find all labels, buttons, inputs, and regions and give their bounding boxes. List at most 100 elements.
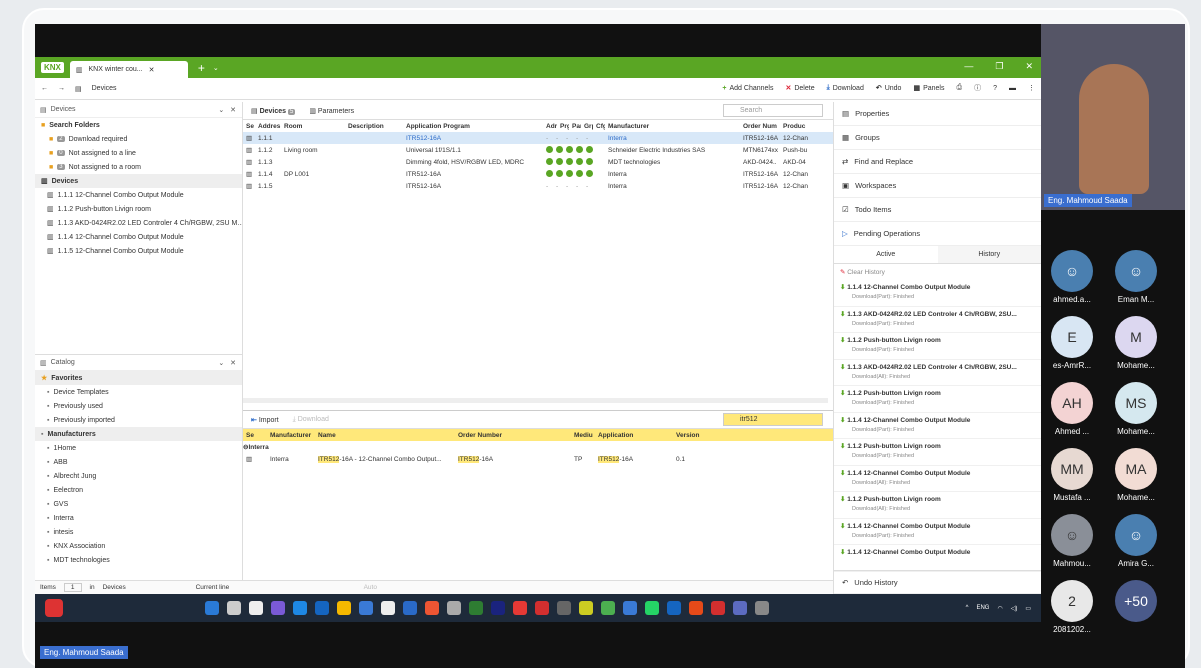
taskbar-app-icon[interactable] xyxy=(601,601,615,615)
catalog-item[interactable]: ▪ KNX Association xyxy=(35,539,242,553)
project-tab[interactable]: ▥ KNX winter cou... ✕ xyxy=(69,61,188,78)
taskbar-app-icon[interactable] xyxy=(579,601,593,615)
download-button[interactable]: ⤓ Download xyxy=(827,84,864,92)
undo-button[interactable]: ↶ Undo xyxy=(876,84,902,93)
flag-icon[interactable]: ▬ xyxy=(1009,85,1016,92)
auto-button[interactable]: Auto xyxy=(364,584,377,591)
catalog-search-input[interactable]: itr512 xyxy=(723,413,823,426)
table-row[interactable]: ▥ 1.1.3 Dimming 4fold, HSV/RGBW LED, MDRC M… xyxy=(243,156,833,168)
taskbar-app-icon[interactable] xyxy=(359,601,373,615)
column-header[interactable]: Application Program xyxy=(403,123,543,130)
taskbar-app-icon[interactable] xyxy=(425,601,439,615)
catalog-item[interactable]: ▪ Interra xyxy=(35,511,242,525)
catalog-item[interactable]: ▪ intesis xyxy=(35,525,242,539)
column-header[interactable]: Name xyxy=(315,432,455,439)
participant-tile[interactable]: AH Ahmed ... xyxy=(1045,382,1099,436)
tree-item[interactable]: ■ 0 Not assigned to a line xyxy=(35,146,242,160)
find-replace-panel[interactable]: ⇄ Find and Replace xyxy=(834,150,1041,174)
groups-panel[interactable]: ▦ Groups xyxy=(834,126,1041,150)
column-header[interactable]: Se xyxy=(243,123,255,130)
column-header[interactable]: Prg xyxy=(557,123,569,130)
table-row[interactable]: ▥ 1.1.1 ITR512-16A - - - - - Interra ITR512-16A 12… xyxy=(243,132,833,144)
participant-tile[interactable]: ☺ Eman M... xyxy=(1109,250,1163,304)
column-header[interactable]: Grp xyxy=(581,123,593,130)
tree-item[interactable]: ▥ 1.1.2 Push-button Livign room xyxy=(35,202,242,216)
participant-tile[interactable]: MM Mustafa ... xyxy=(1045,448,1099,502)
minimize-icon[interactable]: — xyxy=(964,61,973,72)
scope-select[interactable]: Devices xyxy=(103,584,188,591)
tree-item[interactable]: ▥ 1.1.4 12-Channel Combo Output Module xyxy=(35,230,242,244)
chevron-down-icon[interactable]: ⌄ xyxy=(213,64,219,72)
todo-panel[interactable]: ☑ Todo Items xyxy=(834,198,1041,222)
participant-tile[interactable]: MA Mohame... xyxy=(1109,448,1163,502)
participant-tile[interactable]: MS Mohame... xyxy=(1109,382,1163,436)
column-header[interactable]: Manufacturer xyxy=(605,123,740,130)
participant-tile[interactable]: Ees-AmrR... xyxy=(1045,316,1099,370)
back-arrow-icon[interactable]: ← xyxy=(41,85,48,92)
column-header[interactable]: Room xyxy=(281,123,345,130)
history-entry[interactable]: ⬇ 1.1.3 AKD-0424R2.02 LED Controler 4 Ch… xyxy=(834,360,1041,386)
participant-tile[interactable]: ☺ Mahmou... xyxy=(1045,514,1099,568)
properties-panel[interactable]: ▤ Properties xyxy=(834,102,1041,126)
column-header[interactable]: Mediu xyxy=(571,432,595,439)
forward-arrow-icon[interactable]: → xyxy=(58,85,65,92)
participant-tile[interactable]: 2 2081202... xyxy=(1045,580,1099,634)
history-entry[interactable]: ⬇ 1.1.4 12-Channel Combo Output Module xyxy=(834,545,1041,572)
participant-tile[interactable]: ☺ ahmed.a... xyxy=(1045,250,1099,304)
taskbar-app-icon[interactable] xyxy=(381,601,395,615)
catalog-item[interactable]: ▪ Albrecht Jung xyxy=(35,469,242,483)
add-channels-button[interactable]: + Add Channels xyxy=(722,85,773,92)
history-entry[interactable]: ⬇ 1.1.2 Push-button Livign room Download(… xyxy=(834,333,1041,360)
column-header[interactable]: Order Number xyxy=(455,432,571,439)
tree-item[interactable]: ■ 3 Not assigned to a room xyxy=(35,160,242,174)
taskbar-app-icon[interactable] xyxy=(337,601,351,615)
catalog-download-button[interactable]: ⤓ Download xyxy=(293,416,329,424)
restore-icon[interactable]: ❐ xyxy=(995,61,1003,72)
taskbar-app-icon[interactable] xyxy=(205,601,219,615)
tab-parameters[interactable]: ▥ Parameters xyxy=(309,107,354,115)
column-header[interactable]: Addres xyxy=(255,123,281,130)
column-header[interactable]: Application xyxy=(595,432,673,439)
group-row[interactable]: ⊖ Interra xyxy=(243,441,833,453)
column-header[interactable]: Version xyxy=(673,432,713,439)
column-header[interactable]: Produc xyxy=(780,123,810,130)
tab-devices[interactable]: ▤ Devices 5 xyxy=(251,107,296,115)
taskbar-app-icon[interactable] xyxy=(513,601,527,615)
column-header[interactable]: Description xyxy=(345,123,403,130)
catalog-item[interactable]: ▪ Previously imported xyxy=(35,413,242,427)
catalog-item[interactable]: ▪ Device Templates xyxy=(35,385,242,399)
taskbar-app-icon[interactable] xyxy=(469,601,483,615)
catalog-item[interactable]: ▪ ABB xyxy=(35,455,242,469)
column-header[interactable]: Cfg xyxy=(593,123,605,130)
tray-chevron-icon[interactable]: ^ xyxy=(966,605,969,612)
taskbar-app-icon[interactable] xyxy=(755,601,769,615)
tab-history[interactable]: History xyxy=(937,246,1041,263)
catalog-item[interactable]: ▪ 1Home xyxy=(35,441,242,455)
tree-item[interactable]: ▥ Devices xyxy=(35,174,242,188)
taskbar-app-icon[interactable] xyxy=(623,601,637,615)
print-icon[interactable]: ⎙ xyxy=(956,84,962,92)
workspaces-panel[interactable]: ▣ Workspaces xyxy=(834,174,1041,198)
close-window-icon[interactable]: ✕ xyxy=(1025,61,1033,72)
history-entry[interactable]: ⬇ 1.1.4 12-Channel Combo Output Module Do… xyxy=(834,413,1041,439)
taskbar-app-icon[interactable] xyxy=(535,601,549,615)
taskbar-app-icon[interactable] xyxy=(733,601,747,615)
history-entry[interactable]: ⬇ 1.1.3 AKD-0424R2.02 LED Controler 4 Ch… xyxy=(834,307,1041,333)
info-icon[interactable]: ⓘ xyxy=(974,83,981,93)
history-entry[interactable]: ⬇ 1.1.2 Push-button Livign room Download(… xyxy=(834,386,1041,413)
column-header[interactable]: Se xyxy=(243,432,267,439)
device-search-input[interactable]: Search xyxy=(723,104,823,117)
participant-tile[interactable]: +50 xyxy=(1109,580,1163,625)
catalog-item[interactable]: ▪ GVS xyxy=(35,497,242,511)
taskbar-app-icon[interactable] xyxy=(689,601,703,615)
items-stepper[interactable]: 1 xyxy=(63,583,82,592)
import-button[interactable]: ⇤ Import xyxy=(251,416,279,424)
taskbar-app-icon[interactable] xyxy=(645,601,659,615)
line-select[interactable]: Current line xyxy=(196,584,356,591)
participant-tile[interactable]: M Mohame... xyxy=(1109,316,1163,370)
taskbar-app-icon[interactable] xyxy=(315,601,329,615)
tree-item[interactable]: ■ Search Folders xyxy=(35,118,242,132)
new-tab-plus-icon[interactable]: + xyxy=(198,61,205,75)
clear-history-button[interactable]: ✎ Clear History xyxy=(834,264,1041,280)
column-header[interactable]: Order Num xyxy=(740,123,780,130)
